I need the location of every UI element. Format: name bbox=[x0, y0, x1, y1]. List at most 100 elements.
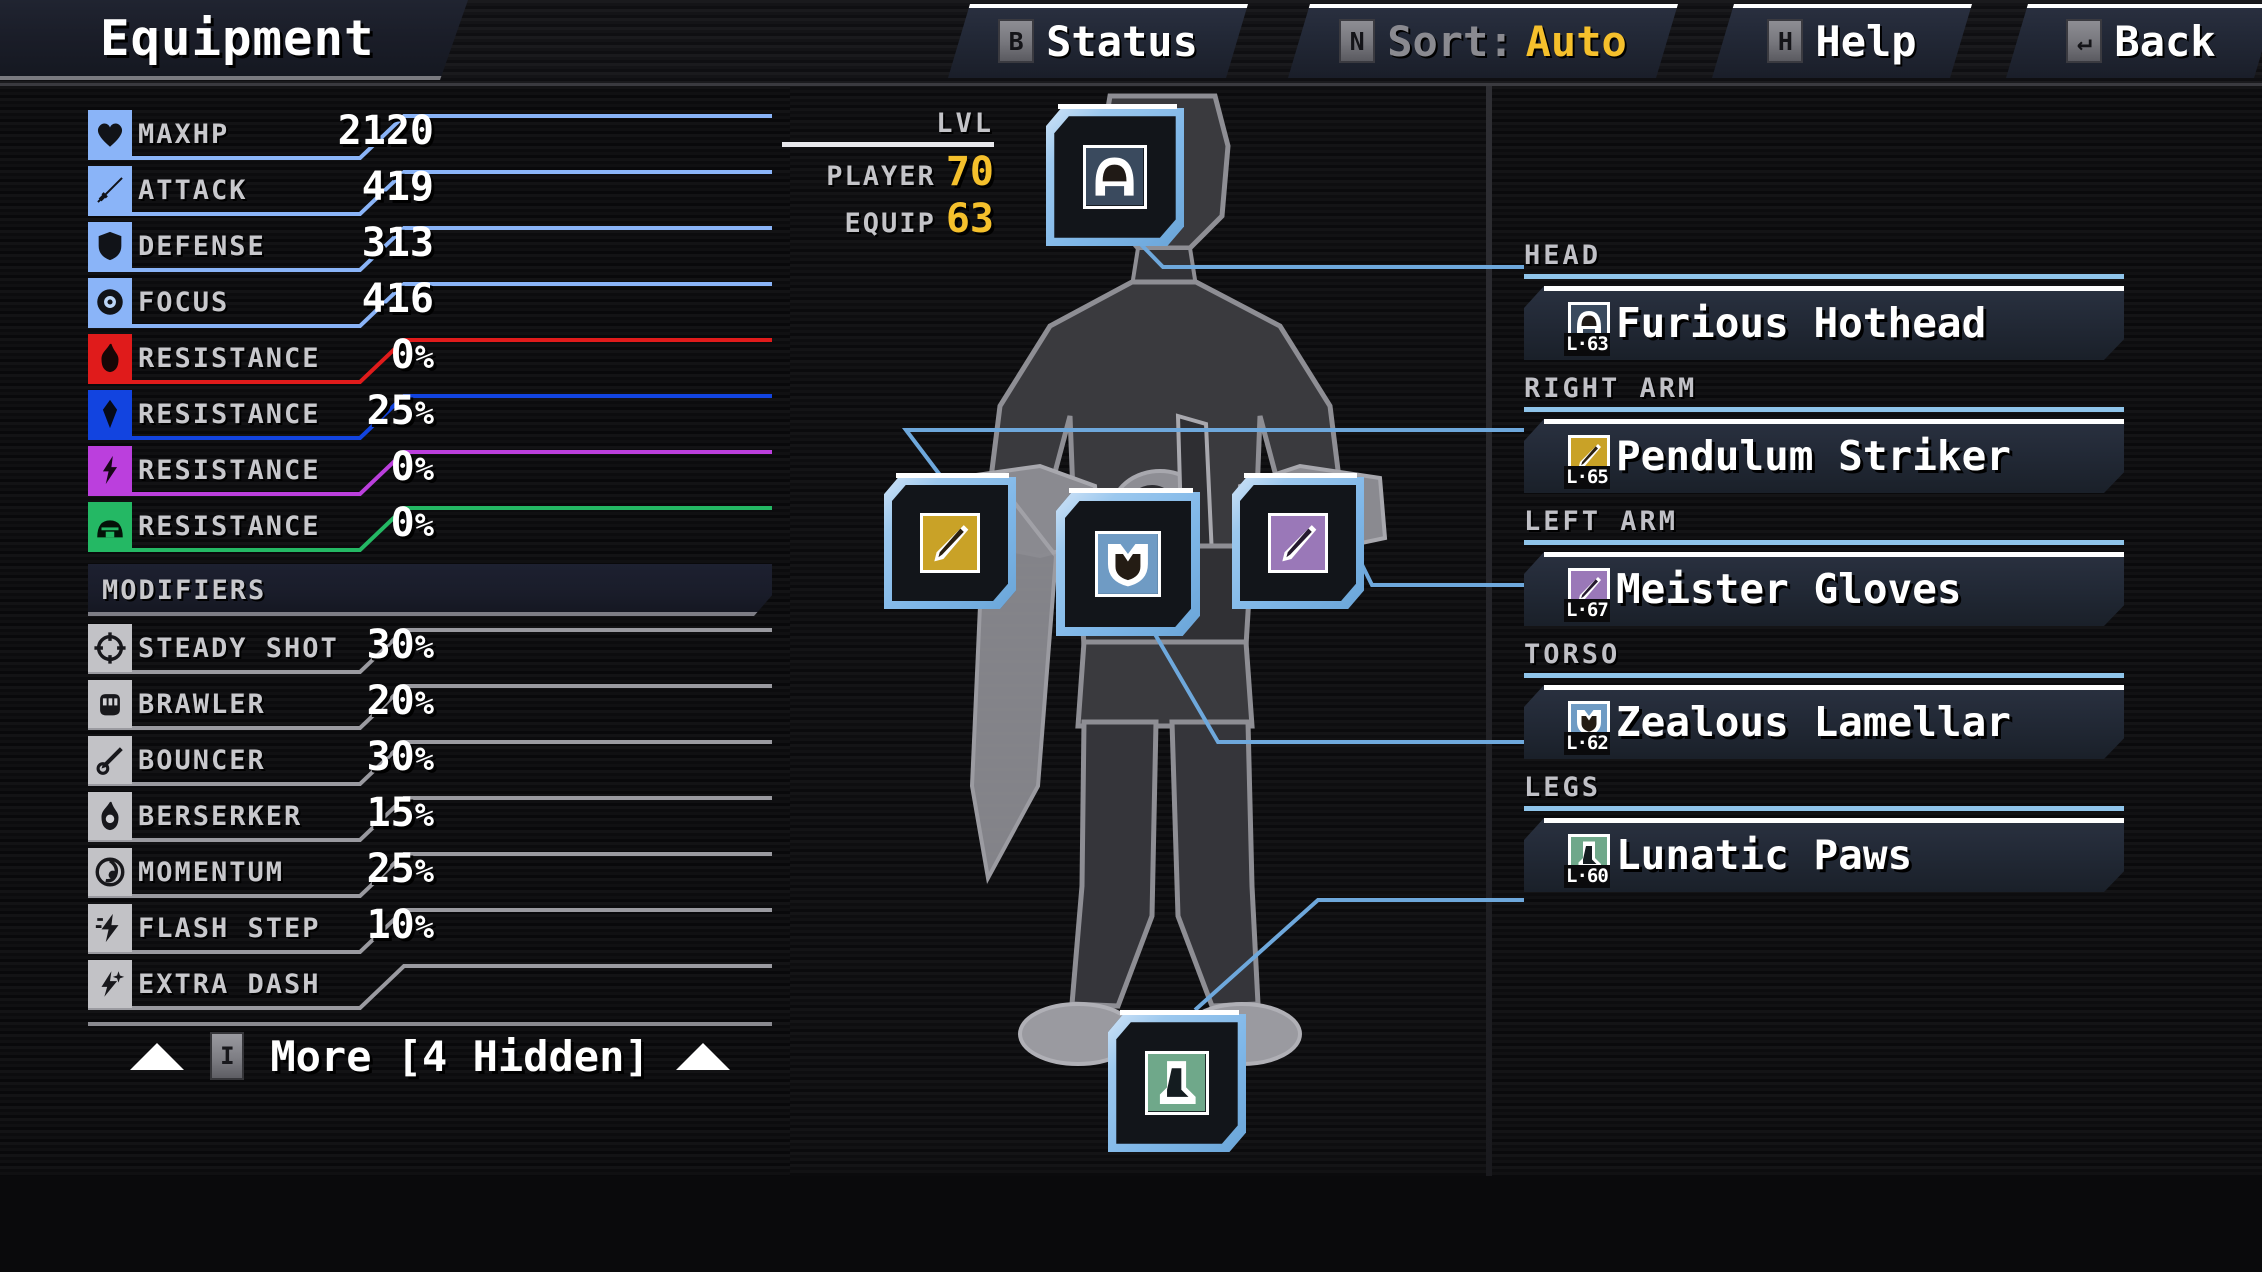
slot-right-arm[interactable] bbox=[884, 473, 1016, 609]
extra-dash-icon bbox=[88, 960, 132, 1008]
steady-shot-icon bbox=[88, 624, 132, 672]
modifier-number: 25 bbox=[366, 846, 415, 892]
help-button[interactable]: H Help bbox=[1712, 4, 1972, 78]
modifier-number: 30 bbox=[366, 734, 415, 780]
modifier-number: 10 bbox=[366, 902, 415, 948]
helmet-icon bbox=[1083, 145, 1147, 209]
stat-row: RESISTANCE 0% bbox=[88, 330, 772, 386]
weapon-icon: L·65 bbox=[1568, 435, 1610, 477]
more-modifiers-label: More [4 Hidden] bbox=[270, 1031, 650, 1081]
back-button-label: Back bbox=[2114, 16, 2216, 66]
slot-head[interactable] bbox=[1046, 104, 1184, 246]
stat-list: MAXHP 2120 ATTACK 419 DEFENSE 313 FOCUS 416 RESI… bbox=[88, 106, 772, 554]
equipment-item-name: Meister Gloves bbox=[1616, 565, 1962, 613]
equipment-item-level: L·62 bbox=[1566, 732, 1608, 754]
boots-icon bbox=[1145, 1051, 1209, 1115]
page-title-tab: Equipment bbox=[0, 0, 468, 80]
modifier-number: 15 bbox=[366, 790, 415, 836]
stat-label: DEFENSE bbox=[138, 230, 266, 262]
equipment-group: LEGS L·60 Lunatic Paws bbox=[1524, 772, 2124, 892]
modifier-number: 30 bbox=[366, 622, 415, 668]
status-button[interactable]: B Status bbox=[948, 4, 1248, 78]
stat-number: 313 bbox=[361, 220, 434, 266]
equipment-item-level: L·60 bbox=[1566, 865, 1608, 887]
stat-value: 0% bbox=[391, 444, 434, 490]
panel-divider bbox=[1486, 86, 1492, 1176]
stat-label: RESISTANCE bbox=[138, 342, 321, 374]
stat-number: 0 bbox=[390, 444, 415, 490]
stat-number: 419 bbox=[361, 164, 434, 210]
modifiers-header-label: MODIFIERS bbox=[102, 574, 267, 606]
more-modifiers-bar[interactable]: I More [4 Hidden] bbox=[88, 1022, 772, 1086]
modifier-unit: % bbox=[414, 852, 434, 890]
stat-row: RESISTANCE 0% bbox=[88, 442, 772, 498]
equipment-item-name: Pendulum Striker bbox=[1616, 432, 2011, 480]
stat-number: 2120 bbox=[337, 108, 434, 154]
stat-unit: % bbox=[414, 506, 434, 544]
glove-icon bbox=[1267, 512, 1329, 574]
equipment-item[interactable]: L·67 Meister Gloves bbox=[1524, 552, 2124, 626]
modifier-row: BOUNCER 30% bbox=[88, 732, 772, 788]
stat-row: DEFENSE 313 bbox=[88, 218, 772, 274]
brawler-icon bbox=[88, 680, 132, 728]
equipment-group: LEFT ARM L·67 Meister Gloves bbox=[1524, 506, 2124, 626]
back-button[interactable]: ↵ Back bbox=[2006, 4, 2262, 78]
equip-level-value: 63 bbox=[945, 196, 994, 242]
shield-icon bbox=[88, 222, 132, 270]
stat-row: FOCUS 416 bbox=[88, 274, 772, 330]
modifier-unit: % bbox=[414, 628, 434, 666]
slot-torso[interactable] bbox=[1056, 488, 1200, 636]
equip-level-label: EQUIP bbox=[844, 208, 936, 239]
equipment-slot-label: HEAD bbox=[1524, 240, 1602, 271]
key-b-icon: B bbox=[998, 19, 1034, 63]
level-divider bbox=[782, 142, 994, 147]
equipment-slot-underline bbox=[1524, 540, 2124, 545]
status-button-label: Status bbox=[1046, 16, 1198, 66]
equipment-slot-label: RIGHT ARM bbox=[1524, 373, 1698, 404]
stat-label: RESISTANCE bbox=[138, 398, 321, 430]
modifier-value: 30% bbox=[367, 622, 434, 668]
modifier-list: STEADY SHOT 30% BRAWLER 20% BOUNCER 30% BERSER… bbox=[88, 620, 772, 1012]
equipment-item[interactable]: L·60 Lunatic Paws bbox=[1524, 818, 2124, 892]
modifier-unit: % bbox=[414, 684, 434, 722]
stat-value: 2120 bbox=[338, 108, 434, 154]
sort-button[interactable]: N Sort: Auto bbox=[1288, 4, 1678, 78]
modifier-label: BERSERKER bbox=[138, 800, 303, 832]
sort-button-label: Sort: bbox=[1387, 16, 1514, 66]
key-i-icon: I bbox=[210, 1032, 245, 1080]
stat-unit: % bbox=[414, 450, 434, 488]
sort-mode-value: Auto bbox=[1525, 16, 1627, 66]
armor-icon bbox=[1095, 531, 1161, 597]
equipment-item[interactable]: L·62 Zealous Lamellar bbox=[1524, 685, 2124, 759]
slot-legs[interactable] bbox=[1108, 1010, 1246, 1152]
equipment-group: TORSO L·62 Zealous Lamellar bbox=[1524, 639, 2124, 759]
top-bar: Equipment B Status N Sort: Auto H Help ↵… bbox=[0, 0, 2262, 86]
modifier-label: STEADY SHOT bbox=[138, 632, 339, 664]
modifier-number: 20 bbox=[366, 678, 415, 724]
stat-label: RESISTANCE bbox=[138, 510, 321, 542]
stat-row: RESISTANCE 25% bbox=[88, 386, 772, 442]
page-title: Equipment bbox=[100, 9, 375, 67]
stat-label: MAXHP bbox=[138, 118, 230, 150]
equipment-item-name: Lunatic Paws bbox=[1616, 831, 1913, 879]
key-back-icon: ↵ bbox=[2066, 19, 2102, 63]
stat-value: 0% bbox=[391, 332, 434, 378]
equipment-slot-underline bbox=[1524, 806, 2124, 811]
fire-icon bbox=[88, 334, 132, 382]
equipment-slot-underline bbox=[1524, 673, 2124, 678]
stat-number: 0 bbox=[390, 500, 415, 546]
stat-value: 416 bbox=[362, 276, 434, 322]
modifier-value: 20% bbox=[367, 678, 434, 724]
stat-value: 0% bbox=[391, 500, 434, 546]
modifier-label: BRAWLER bbox=[138, 688, 266, 720]
stat-number: 25 bbox=[366, 388, 415, 434]
modifier-unit: % bbox=[414, 740, 434, 778]
lightning-icon bbox=[88, 446, 132, 494]
slot-left-arm[interactable] bbox=[1232, 473, 1364, 609]
equipment-item[interactable]: L·63 Furious Hothead bbox=[1524, 286, 2124, 360]
modifier-row: MOMENTUM 25% bbox=[88, 844, 772, 900]
equipment-slot-underline bbox=[1524, 407, 2124, 412]
equipment-item[interactable]: L·65 Pendulum Striker bbox=[1524, 419, 2124, 493]
stats-panel: MAXHP 2120 ATTACK 419 DEFENSE 313 FOCUS 416 RESI… bbox=[88, 106, 772, 1176]
equipment-slot-underline bbox=[1524, 274, 2124, 279]
